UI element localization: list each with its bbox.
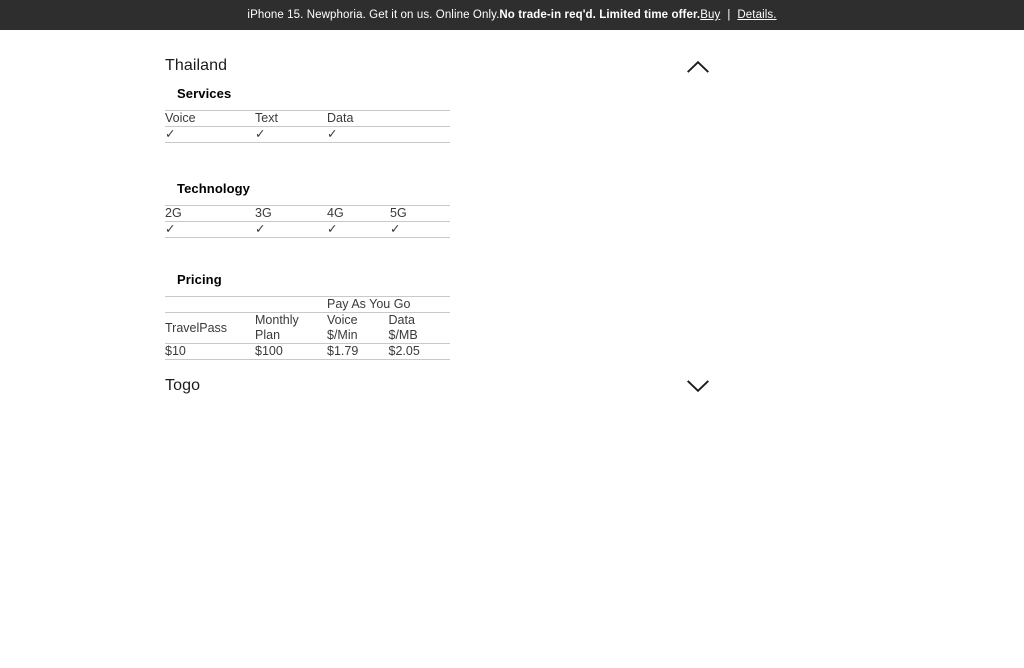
services-header-data: Data xyxy=(327,110,450,127)
section-title-pricing: Pricing xyxy=(177,272,222,287)
section-title-services: Services xyxy=(177,86,232,101)
promo-text-bold: No trade-in req'd. Limited time offer. xyxy=(499,9,701,21)
pricing-header-data-per-mb: Data $/MB xyxy=(388,312,450,344)
services-value-voice: ✓ xyxy=(165,126,255,143)
pricing-value-data-per-mb: $2.05 xyxy=(388,343,450,360)
country-section-thailand: Thailand Services Voice Text Data ✓ ✓ ✓ xyxy=(0,30,1024,396)
pricing-header-data-line1: Data xyxy=(388,313,415,327)
section-services: Services Voice Text Data ✓ ✓ ✓ xyxy=(165,86,450,143)
section-title-technology: Technology xyxy=(177,181,250,196)
services-header-text: Text xyxy=(255,110,327,127)
next-country-name: Togo xyxy=(165,377,201,394)
technology-header-2g: 2G xyxy=(165,205,255,222)
promo-banner-content: iPhone 15. Newphoria. Get it on us. Onli… xyxy=(247,9,776,21)
services-header-voice: Voice xyxy=(165,110,255,127)
services-value-row: ✓ ✓ ✓ xyxy=(165,126,450,143)
pricing-header-monthly-plan: Monthly Plan xyxy=(255,312,327,344)
pricing-header-voice-line1: Voice xyxy=(327,313,358,327)
section-pricing: Pricing Pay As You Go TravelPass Monthly… xyxy=(165,272,450,360)
pricing-group-header-row: Pay As You Go xyxy=(165,296,450,313)
pricing-value-travelpass: $10 xyxy=(165,343,255,360)
technology-value-row: ✓ ✓ ✓ ✓ xyxy=(165,221,450,238)
chevron-up-icon xyxy=(687,60,709,73)
technology-value-3g: ✓ xyxy=(255,221,327,238)
country-header-togo[interactable]: Togo xyxy=(165,360,715,396)
promo-text-regular: iPhone 15. Newphoria. Get it on us. Onli… xyxy=(247,9,500,21)
country-name: Thailand xyxy=(165,57,228,74)
pricing-header-data-line2: $/MB xyxy=(388,328,418,342)
promo-buy-link[interactable]: Buy xyxy=(700,9,720,21)
pricing-header-monthly-plan-line2: Plan xyxy=(255,328,281,342)
country-collapse-toggle[interactable] xyxy=(681,56,715,76)
technology-value-4g: ✓ xyxy=(327,221,390,238)
technology-value-5g: ✓ xyxy=(390,221,450,238)
pricing-header-monthly-plan-line1: Monthly xyxy=(255,313,299,327)
pricing-header-travelpass: TravelPass xyxy=(165,312,255,344)
services-value-data: ✓ xyxy=(327,126,450,143)
pricing-header-voice-per-min: Voice $/Min xyxy=(327,312,389,344)
pricing-header-voice-line2: $/Min xyxy=(327,328,358,342)
pricing-header-row: TravelPass Monthly Plan Voice $/Min Data… xyxy=(165,312,450,344)
technology-header-5g: 5G xyxy=(390,205,450,222)
promo-banner: iPhone 15. Newphoria. Get it on us. Onli… xyxy=(0,0,1024,30)
pricing-group-spacer-1 xyxy=(165,296,255,313)
pricing-value-voice-per-min: $1.79 xyxy=(327,343,389,360)
services-table: Voice Text Data ✓ ✓ ✓ xyxy=(165,110,450,143)
services-value-text: ✓ xyxy=(255,126,327,143)
section-spacer-1 xyxy=(165,143,1024,181)
coverage-page: Thailand Services Voice Text Data ✓ ✓ ✓ xyxy=(0,30,1024,396)
technology-header-3g: 3G xyxy=(255,205,327,222)
pricing-value-row: $10 $100 $1.79 $2.05 xyxy=(165,343,450,360)
country-header-thailand[interactable]: Thailand xyxy=(165,30,715,86)
pricing-group-header-payg: Pay As You Go xyxy=(327,296,450,313)
next-country-expand-toggle[interactable] xyxy=(681,376,715,396)
pricing-header-travelpass-line1: TravelPass xyxy=(165,320,228,335)
technology-header-row: 2G 3G 4G 5G xyxy=(165,205,450,222)
section-technology: Technology 2G 3G 4G 5G ✓ ✓ ✓ ✓ xyxy=(165,181,450,238)
pricing-value-monthly-plan: $100 xyxy=(255,343,327,360)
services-header-row: Voice Text Data xyxy=(165,110,450,127)
pricing-group-spacer-2 xyxy=(255,296,327,313)
technology-value-2g: ✓ xyxy=(165,221,255,238)
technology-header-4g: 4G xyxy=(327,205,390,222)
promo-separator: | xyxy=(727,9,731,21)
chevron-down-icon xyxy=(687,379,709,392)
pricing-table: Pay As You Go TravelPass Monthly Plan Vo… xyxy=(165,296,450,360)
promo-details-link[interactable]: Details. xyxy=(737,9,776,21)
technology-table: 2G 3G 4G 5G ✓ ✓ ✓ ✓ xyxy=(165,205,450,238)
section-spacer-2 xyxy=(165,238,1024,272)
